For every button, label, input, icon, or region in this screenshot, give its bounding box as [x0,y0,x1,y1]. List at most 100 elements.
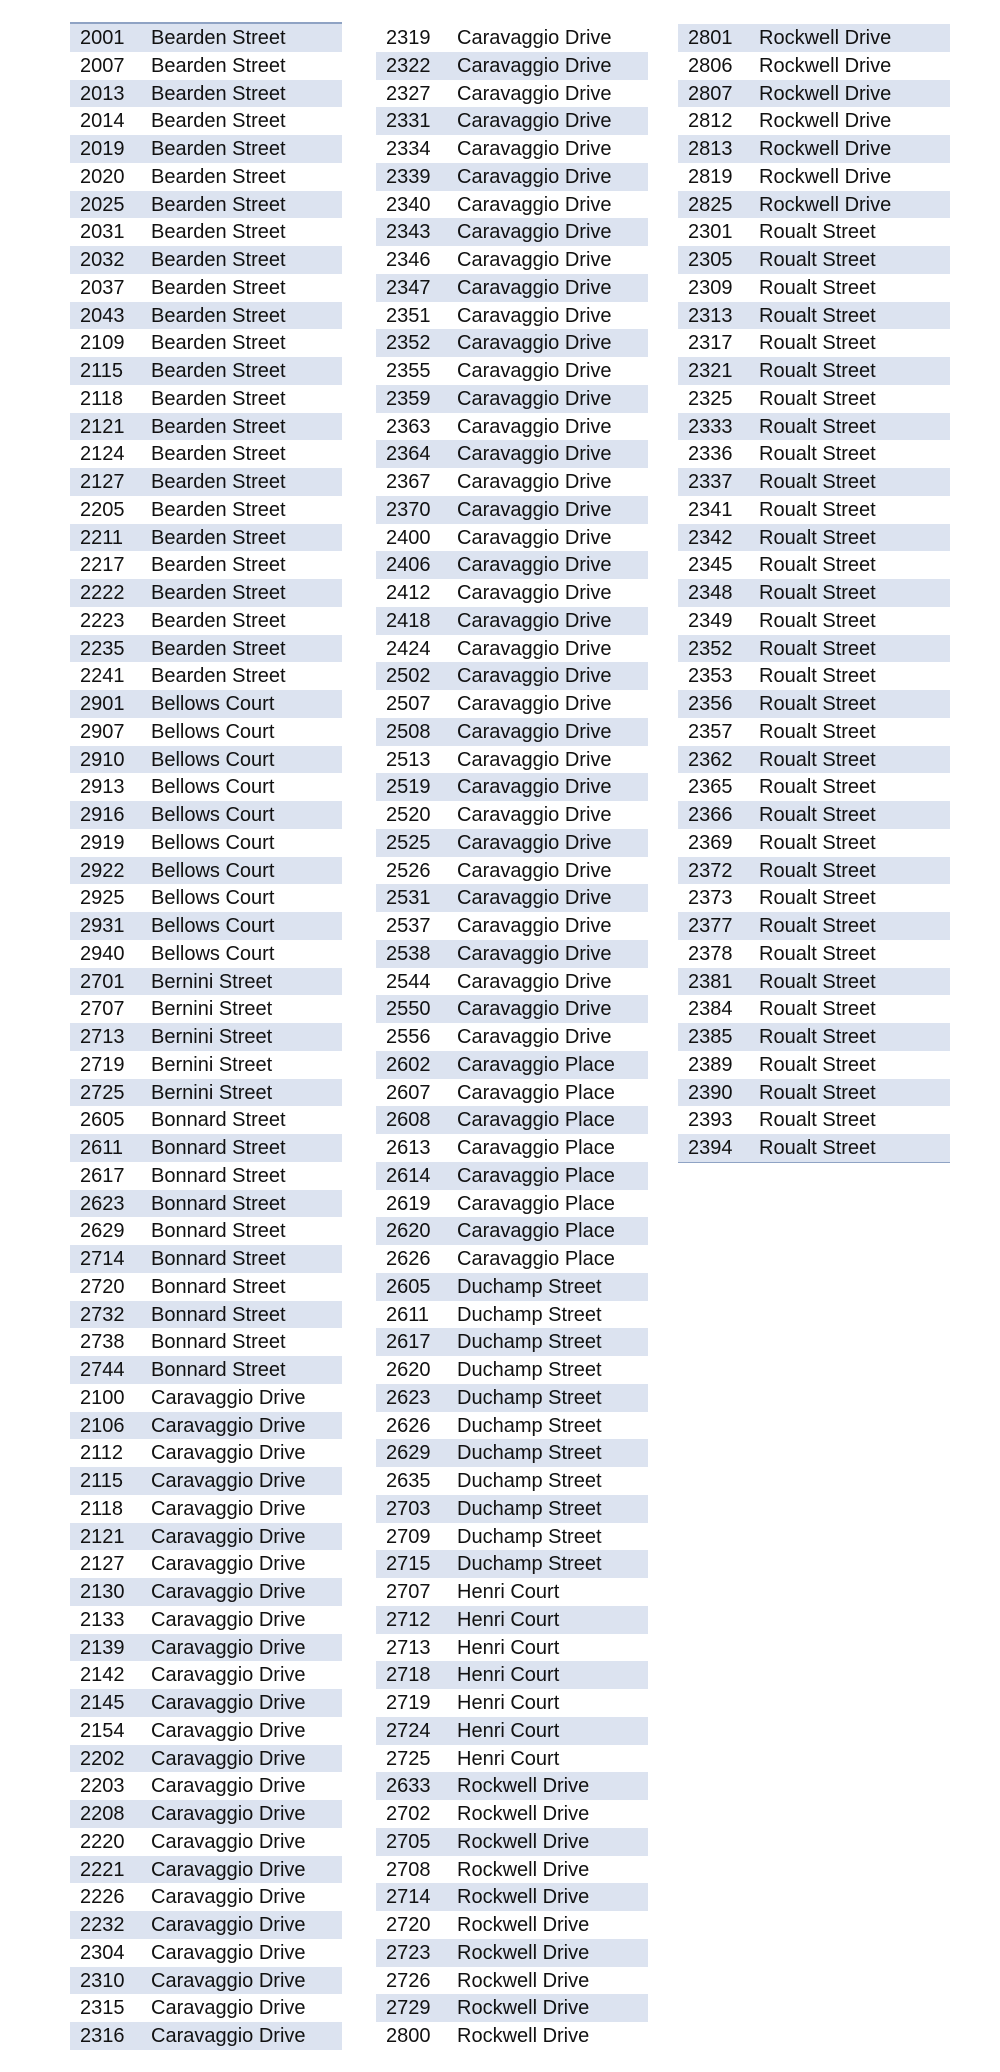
address-row: 2037 Bearden Street [70,274,342,302]
street-name: Caravaggio Drive [457,1026,612,1048]
address-row: 2613 Caravaggio Place [376,1134,648,1162]
street-name: Caravaggio Drive [457,304,612,327]
address-row: 2925 Bellows Court [70,884,342,912]
street-name: Caravaggio Place [457,1164,615,1187]
address-row: 2738 Bonnard Street [70,1328,342,1356]
street-name: Roualt Street [759,387,876,410]
house-number: 2345 [688,554,733,577]
address-row: 2384 Roualt Street [678,995,950,1023]
street-name: Caravaggio Place [457,1248,615,1270]
house-number: 2118 [80,1497,124,1520]
address-row: 2127 Caravaggio Drive [70,1550,342,1578]
street-name: Caravaggio Drive [457,387,612,410]
house-number: 2394 [688,1137,733,1159]
house-number: 2702 [386,1803,431,1825]
address-row: 2223 Bearden Street [70,607,342,635]
street-name: Caravaggio Drive [457,831,612,854]
address-row: 2359 Caravaggio Drive [376,384,648,413]
house-number: 2304 [80,1941,125,1964]
house-number: 2343 [386,221,431,244]
address-row: 2373 Roualt Street [678,884,950,912]
house-number: 2352 [386,332,431,355]
street-name: Caravaggio Drive [457,776,612,799]
address-row: 2381 Roualt Street [678,967,950,996]
house-number: 2208 [80,1803,125,1825]
street-name: Duchamp Street [457,1331,602,1354]
address-row: 2341 Roualt Street [678,496,950,524]
street-name: Rockwell Drive [457,1997,590,2020]
address-row: 2313 Roualt Street [678,301,950,330]
street-name: Roualt Street [759,637,876,660]
house-number: 2226 [80,1886,125,1909]
street-name: Bonnard Street [151,1248,286,1270]
address-row: 2205 Bearden Street [70,496,342,524]
house-number: 2310 [80,1969,125,1992]
street-name: Bearden Street [151,165,286,188]
address-row: 2118 Bearden Street [70,385,342,413]
address-row: 2913 Bellows Court [70,773,342,801]
address-row: 2385 Roualt Street [678,1023,950,1051]
street-name: Caravaggio Drive [151,2025,306,2047]
house-number: 2322 [386,54,431,77]
street-name: Bearden Street [151,498,286,521]
address-row: 2412 Caravaggio Drive [376,579,648,607]
address-row: 2043 Bearden Street [70,301,342,330]
street-name: Caravaggio Drive [457,360,612,382]
street-name: Rockwell Drive [759,165,892,188]
house-number: 2602 [386,1053,431,1076]
street-name: Caravaggio Drive [457,554,612,577]
house-number: 2502 [386,665,431,688]
address-row: 2109 Bearden Street [70,329,342,357]
house-number: 2121 [80,415,125,438]
house-number: 2007 [80,54,125,77]
street-name: Roualt Street [759,831,876,854]
house-number: 2513 [386,748,431,771]
house-number: 2127 [80,1553,125,1576]
house-number: 2353 [688,665,733,688]
street-name: Caravaggio Drive [457,332,612,355]
house-number: 2726 [386,1969,431,1992]
address-row: 2305 Roualt Street [678,246,950,274]
address-row: 2202 Caravaggio Drive [70,1744,342,1773]
address-row: 2352 Roualt Street [678,634,950,663]
address-row: 2931 Bellows Court [70,912,342,940]
house-number: 2133 [80,1608,125,1631]
house-number: 2112 [80,1442,124,1465]
street-name: Caravaggio Drive [151,1525,306,1548]
house-number: 2336 [688,443,733,466]
address-row: 2907 Bellows Court [70,718,342,746]
address-row: 2626 Caravaggio Place [376,1245,648,1273]
address-column-3: 2801 Rockwell Drive 2806 Rockwell Drive 2807… [678,24,950,1163]
house-number: 2367 [386,471,431,493]
address-row: 2629 Duchamp Street [376,1439,648,1467]
address-row: 2142 Caravaggio Drive [70,1661,342,1689]
address-row: 2133 Caravaggio Drive [70,1606,342,1634]
address-row: 2346 Caravaggio Drive [376,246,648,274]
house-number: 2100 [80,1386,125,1409]
house-number: 2341 [688,498,733,521]
address-row: 2331 Caravaggio Drive [376,107,648,135]
address-row: 2744 Bonnard Street [70,1356,342,1384]
address-row: 2112 Caravaggio Drive [70,1439,342,1467]
house-number: 2115 [80,360,124,382]
street-name: Caravaggio Drive [457,526,612,549]
address-row: 2709 Duchamp Street [376,1523,648,1551]
address-row: 2723 Rockwell Drive [376,1938,648,1967]
address-column-2: 2319 Caravaggio Drive 2322 Caravaggio Drive… [376,24,648,2050]
street-name: Caravaggio Drive [457,998,612,1021]
street-name: Henri Court [457,1692,560,1714]
street-name: Caravaggio Drive [457,970,612,993]
house-number: 2556 [386,1026,431,1048]
house-number: 2400 [386,526,431,549]
street-name: Bearden Street [151,415,286,438]
street-name: Bellows Court [151,693,275,715]
house-number: 2725 [80,1081,125,1104]
address-row: 2130 Caravaggio Drive [70,1578,342,1606]
house-number: 2373 [688,887,733,910]
address-row: 2713 Bernini Street [70,1023,342,1051]
house-number: 2807 [688,82,733,105]
house-number: 2241 [80,665,125,688]
street-name: Roualt Street [759,221,876,244]
house-number: 2378 [688,942,733,965]
house-number: 2623 [80,1192,125,1215]
